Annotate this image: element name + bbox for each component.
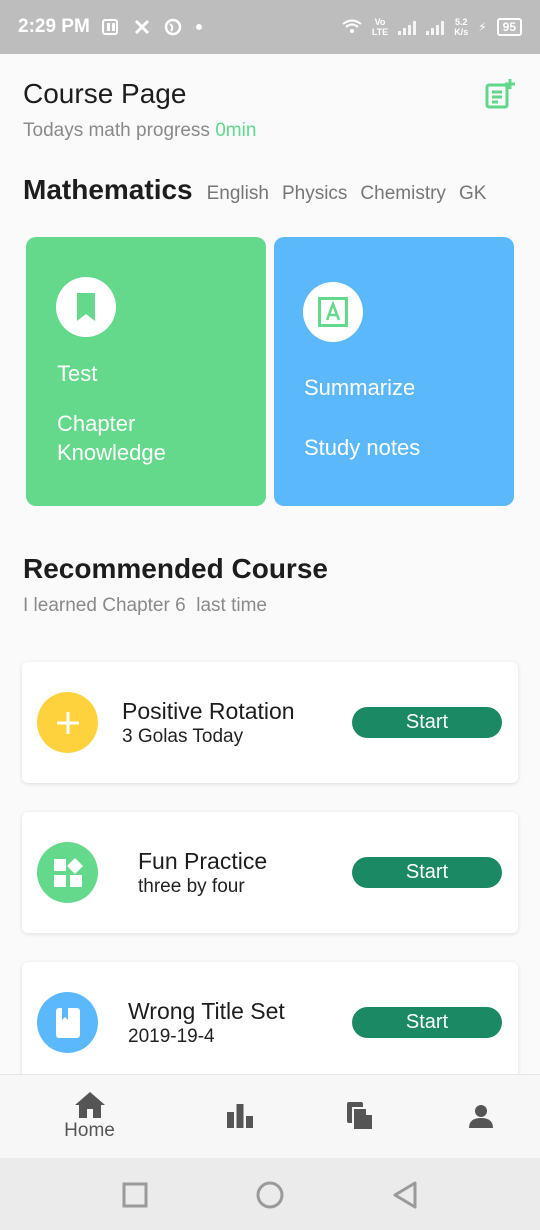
start-button[interactable]: Start: [352, 707, 502, 738]
home-circle-icon[interactable]: [255, 1180, 285, 1210]
signal-icon: [398, 19, 417, 35]
course-title: Wrong Title Set: [128, 998, 285, 1024]
course-card-wrong-title-set[interactable]: Wrong Title Set 2019-19-4 Start: [22, 962, 518, 1083]
recents-icon[interactable]: [120, 1180, 150, 1210]
font-icon: [303, 282, 363, 342]
bar-chart-icon: [226, 1104, 253, 1128]
recommended-subtitle: I learned Chapter 6 last time: [23, 595, 267, 616]
home-icon: [74, 1092, 105, 1118]
progress-line: Todays math progress 0min: [23, 120, 256, 142]
battery-icon: 95: [496, 18, 522, 36]
card-test-label: Test: [57, 361, 98, 386]
person-icon: [468, 1105, 493, 1128]
progress-value: 0min: [215, 120, 257, 141]
nav-profile[interactable]: [413, 1075, 540, 1159]
book-icon: [37, 992, 98, 1053]
summarize-card[interactable]: Summarize Study notes: [274, 237, 514, 506]
start-button[interactable]: Start: [352, 1007, 502, 1038]
start-button[interactable]: Start: [352, 857, 502, 888]
card-summarize-label: Summarize: [304, 375, 416, 400]
bottom-nav: Home: [0, 1074, 540, 1158]
status-right: Vo LTE 5.2 K/s ⚡ 95: [342, 17, 522, 37]
page-title: Course Page: [23, 78, 187, 109]
nav-stats[interactable]: [172, 1075, 307, 1159]
nav-home-label: Home: [64, 1120, 115, 1141]
system-nav-bar: [0, 1158, 540, 1230]
signal-icon-2: [426, 19, 445, 35]
course-subtitle: three by four: [138, 876, 245, 897]
bookmark-icon: [56, 277, 116, 337]
course-title: Positive Rotation: [122, 698, 295, 724]
news-app-icon: [101, 19, 118, 35]
tab-physics[interactable]: Physics: [282, 183, 347, 205]
wifi-icon: [342, 19, 362, 33]
network-speed: 5.2 K/s: [454, 17, 469, 37]
volte-label: Vo LTE: [371, 17, 389, 37]
course-subtitle: 2019-19-4: [128, 1026, 215, 1047]
subject-tabs: Mathematics English Physics Chemistry GK: [23, 174, 499, 206]
card-chapter-label: Chapter Knowledge: [57, 411, 166, 465]
notification-icons: [101, 18, 202, 36]
add-note-icon[interactable]: [484, 78, 516, 110]
course-title: Fun Practice: [138, 848, 268, 874]
status-bar: 2:29 PM Vo LTE 5.2 K/s ⚡ 95: [0, 0, 540, 54]
course-subtitle: 3 Golas Today: [122, 726, 244, 747]
recommended-title: Recommended Course: [23, 553, 328, 584]
back-icon[interactable]: [390, 1180, 420, 1210]
progress-label: Todays math progress: [23, 120, 210, 141]
dot-icon: [195, 24, 202, 30]
plus-icon: [37, 692, 98, 753]
nav-documents[interactable]: [292, 1075, 427, 1159]
widgets-icon: [37, 842, 98, 903]
bird-app-icon: [164, 18, 182, 36]
x-app-icon: [134, 19, 149, 35]
tab-mathematics[interactable]: Mathematics: [23, 174, 193, 206]
tab-english[interactable]: English: [207, 183, 269, 205]
nav-home[interactable]: Home: [22, 1075, 157, 1159]
course-card-positive-rotation[interactable]: Positive Rotation 3 Golas Today Start: [22, 662, 518, 783]
card-study-notes-label: Study notes: [304, 435, 421, 460]
tab-chemistry[interactable]: Chemistry: [360, 183, 446, 205]
status-time: 2:29 PM: [18, 16, 90, 37]
tab-gk[interactable]: GK: [459, 183, 486, 205]
documents-icon: [346, 1102, 374, 1131]
charging-icon: ⚡: [478, 20, 487, 34]
test-card[interactable]: Test Chapter Knowledge: [26, 237, 266, 506]
course-card-fun-practice[interactable]: Fun Practice three by four Start: [22, 812, 518, 933]
